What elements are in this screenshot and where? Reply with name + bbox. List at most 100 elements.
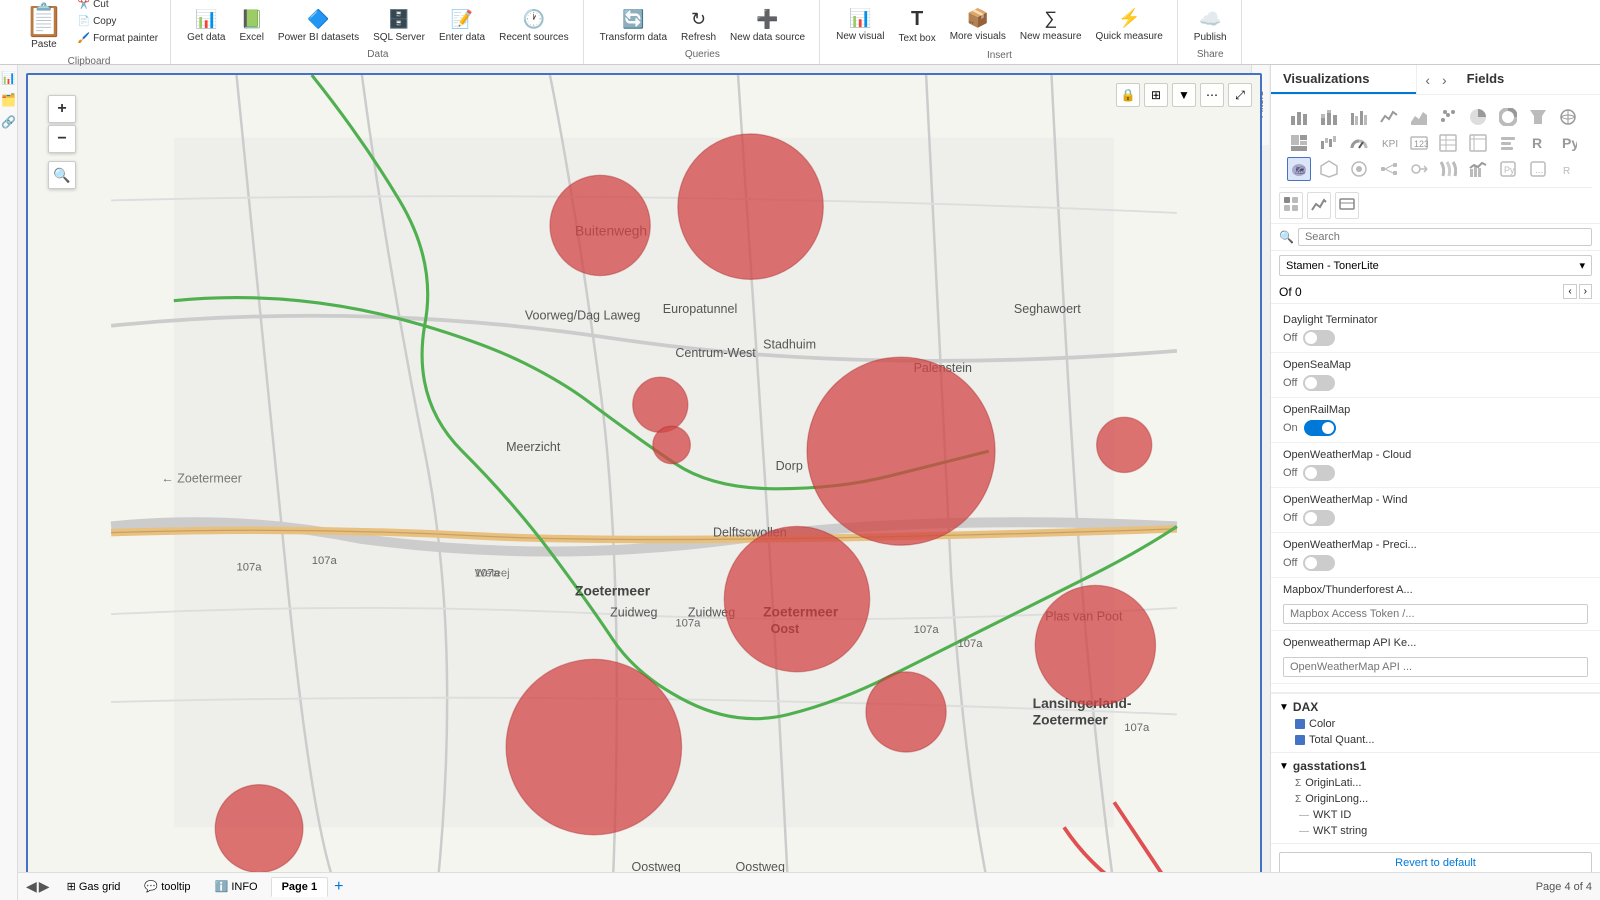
text-box-button[interactable]: T Text box bbox=[892, 4, 941, 48]
opensea-toggle[interactable] bbox=[1303, 375, 1335, 391]
viz-matrix[interactable] bbox=[1466, 131, 1490, 155]
page-info: Page 4 of 4 bbox=[1536, 881, 1592, 893]
layer-prev[interactable]: ‹ bbox=[1563, 284, 1576, 299]
daylight-toggle[interactable] bbox=[1303, 330, 1335, 346]
viz-table[interactable] bbox=[1436, 131, 1460, 155]
weather-wind-toggle[interactable] bbox=[1303, 510, 1335, 526]
viz-bar-chart[interactable] bbox=[1287, 105, 1311, 129]
map-focus-button[interactable]: ⊞ bbox=[1144, 83, 1168, 107]
mapbox-token-input[interactable] bbox=[1283, 604, 1588, 624]
format-button[interactable] bbox=[1279, 192, 1303, 219]
viz-donut[interactable] bbox=[1496, 105, 1520, 129]
new-measure-button[interactable]: ∑ New measure bbox=[1014, 4, 1088, 48]
svg-text:107a: 107a bbox=[475, 568, 501, 580]
field-originlongi[interactable]: Σ OriginLong... bbox=[1279, 791, 1592, 807]
viz-search-bar: 🔍 bbox=[1271, 224, 1600, 251]
tab-page1[interactable]: Page 1 bbox=[271, 877, 328, 897]
viz-area-chart[interactable] bbox=[1407, 105, 1431, 129]
enter-data-button[interactable]: 📝 Enter data bbox=[433, 5, 491, 47]
zoom-out-button[interactable]: − bbox=[48, 125, 76, 153]
layer-next[interactable]: › bbox=[1579, 284, 1592, 299]
recent-sources-button[interactable]: 🕐 Recent sources bbox=[493, 5, 574, 47]
weather-cloud-toggle[interactable] bbox=[1303, 465, 1335, 481]
excel-button[interactable]: 📗 Excel bbox=[233, 5, 269, 47]
powerbi-datasets-button[interactable]: 🔷 Power BI datasets bbox=[272, 5, 365, 47]
viz-pie[interactable] bbox=[1466, 105, 1490, 129]
tab-gas-grid[interactable]: ⊞ Gas grid bbox=[56, 876, 132, 897]
quick-measure-button[interactable]: ⚡ Quick measure bbox=[1090, 4, 1169, 48]
format-painter-button[interactable]: 🖌️ Format painter bbox=[74, 31, 162, 46]
map-search-button[interactable]: 🔍 bbox=[48, 161, 76, 189]
viz-stacked-bar[interactable] bbox=[1317, 105, 1341, 129]
viz-card[interactable]: 123 bbox=[1407, 131, 1431, 155]
gas-collapse-icon[interactable]: ▼ bbox=[1279, 761, 1289, 772]
viz-azure-map[interactable] bbox=[1347, 157, 1371, 181]
viz-funnel[interactable] bbox=[1526, 105, 1550, 129]
viz-decomp-tree[interactable] bbox=[1377, 157, 1401, 181]
more-visuals-icon: 📦 bbox=[967, 8, 989, 29]
weather-preci-toggle[interactable] bbox=[1303, 555, 1335, 571]
model-view-icon[interactable]: 🔗 bbox=[0, 113, 18, 131]
viz-waterfall[interactable] bbox=[1317, 131, 1341, 155]
viz-ribbon-chart[interactable] bbox=[1436, 157, 1460, 181]
report-view-icon[interactable]: 📊 bbox=[0, 69, 18, 87]
zoom-in-button[interactable]: + bbox=[48, 95, 76, 123]
transform-button[interactable]: 🔄 Transform data bbox=[594, 5, 673, 47]
viz-custom3[interactable]: R bbox=[1556, 157, 1580, 181]
map-more-button[interactable]: ⋯ bbox=[1200, 83, 1224, 107]
analytics-button[interactable] bbox=[1307, 192, 1331, 219]
nav-next-button[interactable]: ▶ bbox=[39, 878, 50, 895]
refresh-button[interactable]: ↻ Refresh bbox=[675, 5, 722, 47]
fields-tab[interactable]: Fields bbox=[1455, 65, 1600, 94]
sql-server-button[interactable]: 🗄️ SQL Server bbox=[367, 5, 431, 47]
field-originlati[interactable]: Σ OriginLati... bbox=[1279, 775, 1592, 791]
viz-combo[interactable] bbox=[1466, 157, 1490, 181]
map-lock-button[interactable]: 🔒 bbox=[1116, 83, 1140, 107]
field-total-quant[interactable]: Total Quant... bbox=[1279, 732, 1592, 748]
viz-map[interactable] bbox=[1556, 105, 1580, 129]
map-filter-button[interactable]: ▼ bbox=[1172, 83, 1196, 107]
nav-prev-button[interactable]: ◀ bbox=[26, 878, 37, 895]
stamen-dropdown[interactable]: Stamen - TonerLite ▾ bbox=[1279, 255, 1592, 276]
viz-key-influencers[interactable] bbox=[1407, 157, 1431, 181]
viz-custom2[interactable]: ... bbox=[1526, 157, 1550, 181]
ribbon-data-group: 📊 Get data 📗 Excel 🔷 Power BI datasets 🗄… bbox=[173, 0, 583, 64]
viz-clustered-bar[interactable] bbox=[1347, 105, 1371, 129]
field-color[interactable]: Color bbox=[1279, 716, 1592, 732]
data-button[interactable] bbox=[1335, 192, 1359, 219]
enter-data-icon: 📝 bbox=[451, 9, 473, 30]
copy-button[interactable]: 📄 Copy bbox=[74, 14, 162, 29]
more-visuals-button[interactable]: 📦 More visuals bbox=[944, 4, 1012, 48]
cut-button[interactable]: ✂️ Cut bbox=[74, 0, 162, 12]
viz-gauge[interactable] bbox=[1347, 131, 1371, 155]
new-visual-button[interactable]: 📊 New visual bbox=[830, 4, 890, 48]
viz-r-visual[interactable]: R bbox=[1526, 131, 1550, 155]
viz-filled-map[interactable]: 🗺 bbox=[1287, 157, 1311, 181]
revert-button[interactable]: Revert to default bbox=[1279, 852, 1592, 874]
viz-python-visual[interactable]: Py bbox=[1556, 131, 1580, 155]
viz-scatter[interactable] bbox=[1436, 105, 1460, 129]
viz-search-input[interactable] bbox=[1298, 228, 1592, 246]
publish-button[interactable]: ☁️ Publish bbox=[1188, 5, 1233, 47]
viz-shape-map[interactable] bbox=[1317, 157, 1341, 181]
viz-custom1[interactable]: Py bbox=[1496, 157, 1520, 181]
nav-back-button[interactable]: ‹ bbox=[1421, 70, 1434, 90]
map-container[interactable]: Buitenwegh Europatunnel Voorweg/Dag Lawe… bbox=[26, 73, 1262, 892]
data-view-icon[interactable]: 🗂️ bbox=[0, 91, 18, 109]
viz-line-chart[interactable] bbox=[1377, 105, 1401, 129]
owm-api-input[interactable] bbox=[1283, 657, 1588, 677]
openrail-toggle[interactable] bbox=[1304, 420, 1336, 436]
add-page-button[interactable]: + bbox=[330, 878, 347, 896]
tab-tooltip[interactable]: 💬 tooltip bbox=[133, 876, 201, 897]
paste-button[interactable]: 📋 Paste bbox=[16, 0, 72, 54]
visualizations-tab[interactable]: Visualizations bbox=[1271, 65, 1416, 94]
viz-slicer[interactable] bbox=[1496, 131, 1520, 155]
viz-kpi[interactable]: KPI bbox=[1377, 131, 1401, 155]
nav-forward-button[interactable]: › bbox=[1438, 70, 1451, 90]
tab-info[interactable]: ℹ️ INFO bbox=[204, 876, 269, 897]
new-datasource-button[interactable]: ➕ New data source bbox=[724, 5, 811, 47]
get-data-button[interactable]: 📊 Get data bbox=[181, 5, 231, 47]
dax-collapse-icon[interactable]: ▼ bbox=[1279, 702, 1289, 713]
map-expand-button[interactable]: ⤢ bbox=[1228, 83, 1252, 107]
viz-treemap[interactable] bbox=[1287, 131, 1311, 155]
